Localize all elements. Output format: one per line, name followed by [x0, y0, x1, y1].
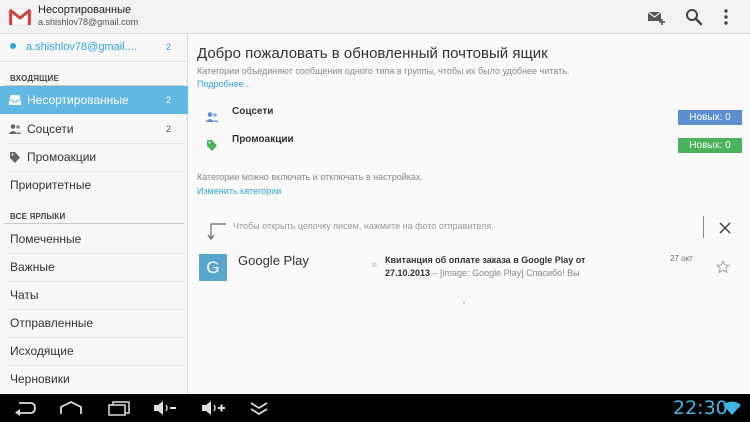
account-selector[interactable]: a.shishlov78@gmail.... 2 — [0, 34, 188, 62]
learn-more-link[interactable]: Подробнее... — [197, 79, 251, 89]
people-icon — [8, 122, 22, 136]
sidebar: a.shishlov78@gmail.... 2 ВХОДЯЩИЕ Несорт… — [0, 34, 188, 394]
sidebar-item-sent[interactable]: Отправленные — [0, 309, 188, 337]
welcome-title: Добро пожаловать в обновленный почтовый … — [197, 45, 548, 62]
section-divider — [4, 223, 184, 224]
search-icon — [686, 9, 703, 26]
sidebar-item-priority[interactable]: Приоритетные — [0, 171, 188, 199]
sidebar-item-label: Исходящие — [10, 344, 74, 358]
sidebar-item-starred[interactable]: Помеченные — [0, 225, 188, 253]
sidebar-item-label: Чаты — [10, 288, 39, 302]
new-count-badge: Новых: 0 — [678, 110, 742, 125]
volume-up-button[interactable] — [198, 398, 228, 418]
sidebar-item-promotions[interactable]: Промоакции — [0, 143, 188, 171]
sidebar-item-label: Важные — [10, 260, 55, 274]
system-bar: 22:30 — [0, 394, 750, 422]
gmail-logo-icon[interactable] — [8, 5, 32, 29]
home-button[interactable] — [56, 398, 86, 418]
recent-apps-button[interactable] — [104, 398, 134, 418]
importance-marker-icon[interactable]: » — [371, 259, 377, 271]
back-button[interactable] — [10, 398, 40, 418]
sidebar-item-outbox[interactable]: Исходящие — [0, 337, 188, 365]
category-row-social[interactable]: Соцсети Новых: 0 — [189, 104, 750, 130]
new-count-badge: Новых: 0 — [678, 138, 742, 153]
account-email-label: a.shishlov78@gmail.... — [26, 41, 137, 53]
sidebar-item-label: Приоритетные — [10, 178, 92, 192]
sidebar-item-count: 2 — [166, 95, 172, 105]
loading-indicator — [463, 302, 465, 304]
category-name: Соцсети — [232, 106, 274, 117]
clock: 22:30 — [673, 397, 728, 419]
category-row-promotions[interactable]: Промоакции Новых: 0 — [189, 132, 750, 158]
account-email: a.shishlov78@gmail.com — [38, 17, 139, 27]
close-icon[interactable] — [717, 220, 733, 236]
sender-name: Google Play — [238, 253, 309, 268]
recent-apps-icon — [108, 401, 130, 416]
tag-icon — [8, 150, 22, 164]
tip-divider — [703, 216, 704, 238]
volume-down-button[interactable] — [150, 398, 180, 418]
wifi-icon — [723, 401, 741, 415]
gmail-app: Несортированные a.shishlov78@gmail.com a… — [0, 0, 750, 422]
volume-down-icon — [154, 401, 176, 415]
compose-button[interactable] — [646, 7, 666, 27]
message-date: 27 окт — [670, 254, 693, 263]
section-inbox-heading: ВХОДЯЩИЕ — [10, 74, 60, 83]
sidebar-item-label: Промоакции — [27, 150, 97, 164]
people-icon — [205, 110, 219, 124]
back-icon — [15, 402, 36, 416]
sidebar-item-chats[interactable]: Чаты — [0, 281, 188, 309]
inbox-icon — [8, 93, 22, 107]
sidebar-item-label: Черновики — [10, 372, 70, 386]
account-indicator-icon — [10, 43, 16, 49]
home-icon — [60, 400, 82, 414]
arrow-down-left-icon — [207, 223, 226, 240]
welcome-description: Категории объединяют сообщения одного ти… — [197, 66, 570, 76]
chevron-down-double-icon — [250, 402, 268, 416]
category-name: Промоакции — [232, 134, 294, 145]
folder-title: Несортированные — [38, 4, 132, 16]
sidebar-item-unsorted[interactable]: Несортированные 2 — [0, 86, 188, 114]
change-categories-link[interactable]: Изменить категории — [197, 186, 281, 196]
action-bar: Несортированные a.shishlov78@gmail.com — [0, 0, 750, 34]
star-icon[interactable] — [716, 260, 730, 274]
overflow-menu-icon — [724, 9, 728, 25]
account-unread-count: 2 — [166, 42, 172, 52]
sidebar-item-label: Соцсети — [27, 122, 74, 136]
volume-up-icon — [202, 401, 225, 415]
sender-avatar[interactable]: G — [199, 254, 227, 281]
conversation-row[interactable]: G Google Play » Квитанция об оплате зака… — [189, 248, 750, 292]
sidebar-item-label: Несортированные — [27, 93, 129, 107]
message-snippet: – [image: Google Play] Спасибо! Вы — [430, 268, 580, 278]
tag-icon — [205, 138, 219, 152]
sidebar-item-count: 2 — [166, 124, 172, 134]
search-button[interactable] — [684, 7, 704, 27]
sidebar-item-drafts[interactable]: Черновики — [0, 365, 188, 393]
sidebar-item-label: Помеченные — [10, 232, 82, 246]
section-labels-heading: ВСЕ ЯРЛЫКИ — [10, 212, 66, 221]
sidebar-item-social[interactable]: Соцсети 2 — [0, 115, 188, 143]
expand-button[interactable] — [244, 398, 274, 418]
message-list-pane: Добро пожаловать в обновленный почтовый … — [189, 34, 750, 394]
compose-icon — [647, 11, 665, 25]
sidebar-item-label: Отправленные — [10, 316, 94, 330]
overflow-menu-button[interactable] — [716, 7, 736, 27]
sender-photo-tip: Чтобы открыть цепочку писем, нажмите на … — [233, 221, 494, 231]
categories-settings-hint: Категории можно включать и отключать в н… — [197, 172, 423, 182]
sidebar-item-important[interactable]: Важные — [0, 253, 188, 281]
message-preview: Квитанция об оплате заказа в Google Play… — [385, 254, 605, 280]
